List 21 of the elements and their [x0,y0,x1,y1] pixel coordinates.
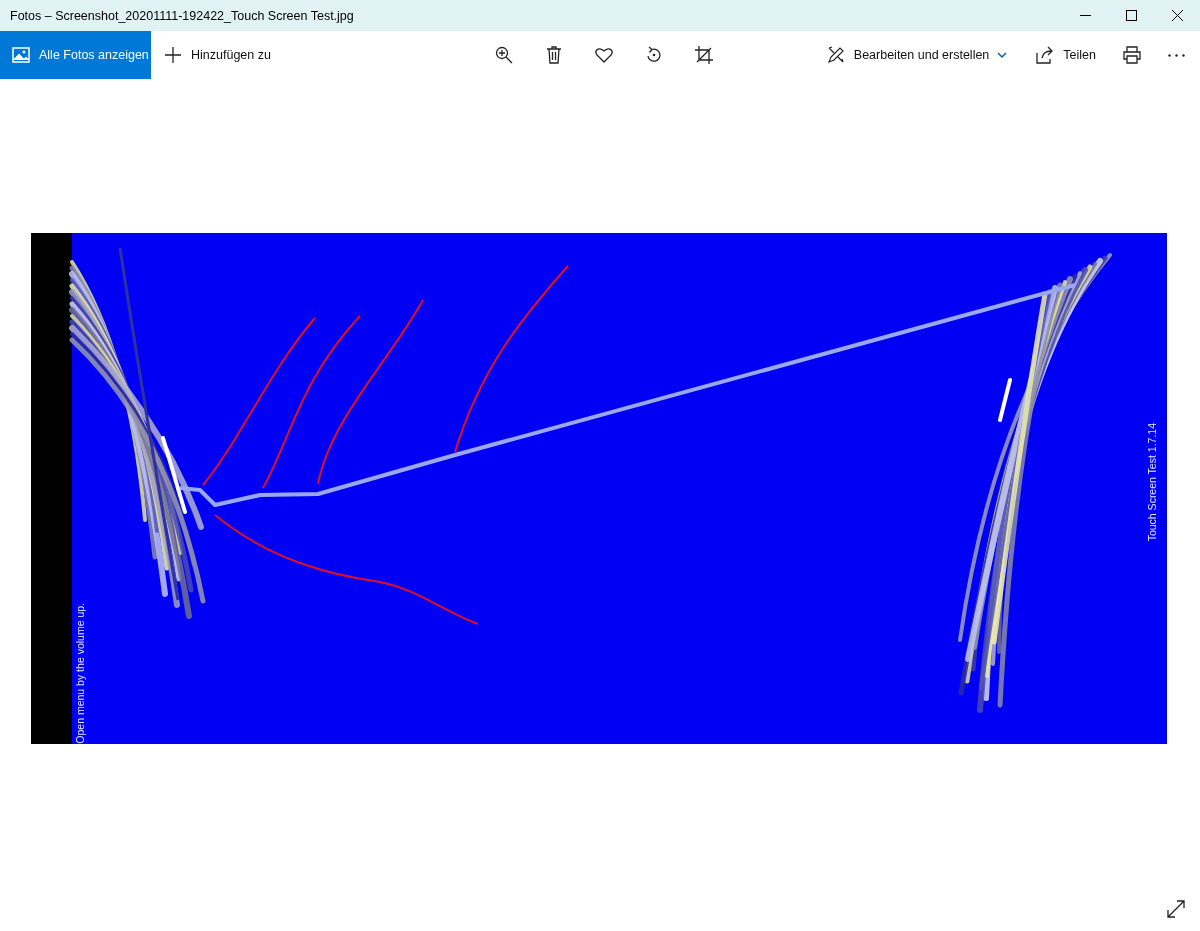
toolbar-button[interactable]: Alle Fotos anzeigen [0,31,151,79]
plus-icon [163,45,183,65]
heart-icon [594,45,614,65]
trash-icon [544,45,564,65]
expand-icon[interactable] [1166,899,1186,919]
close-icon [1171,10,1183,21]
chevron-down-icon [997,50,1008,60]
more-icon [1167,53,1185,57]
zoom-in-icon [494,45,514,65]
window-title: Fotos – Screenshot_20201111-192422_Touch Screen Test.jpg [9,8,354,23]
vertical-caption: Open menu by the volume up. [74,603,86,744]
maximize-icon [1125,10,1137,21]
toolbar-button[interactable]: Hinzufügen zu [151,31,283,79]
pencil-ruler-icon [825,45,846,65]
image-icon [11,45,31,65]
toolbar-button[interactable]: Bearbeiten und erstellen [813,31,1020,79]
toolbar-button[interactable]: Teilen [1023,31,1108,79]
vertical-caption: Touch Screen Test 1.7.14 [1146,423,1158,542]
minimize-icon [1079,15,1091,16]
crop-icon [694,45,714,65]
printer-icon [1122,45,1142,65]
